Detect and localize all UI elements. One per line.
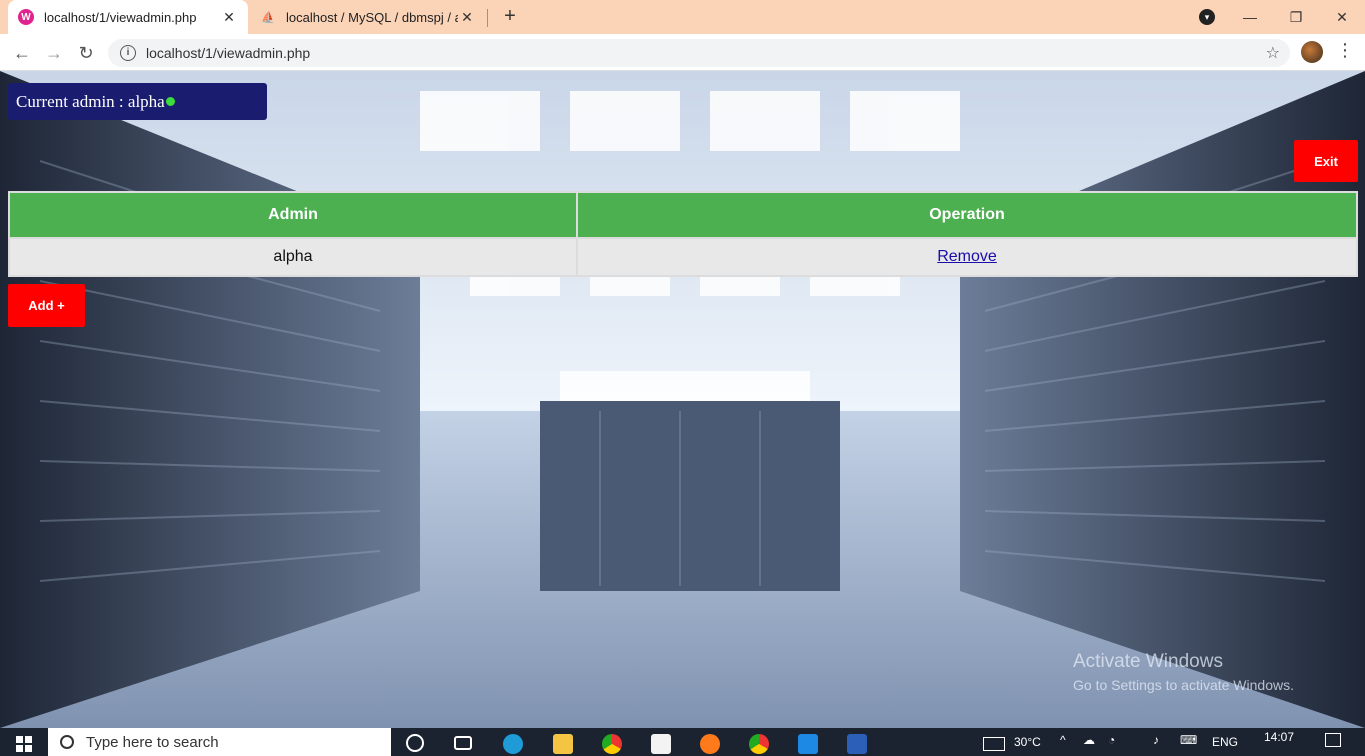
admin-table: Admin Operation alpha Remove [8, 191, 1358, 277]
cortana-icon[interactable] [406, 734, 424, 752]
notification-icon[interactable] [1325, 733, 1341, 747]
exit-button[interactable]: Exit [1294, 140, 1358, 182]
restore-icon[interactable]: ❐ [1273, 9, 1319, 26]
language-indicator[interactable]: ENG [1212, 735, 1238, 749]
file-explorer-icon[interactable] [553, 734, 573, 754]
weather-temp[interactable]: 30°C [1014, 735, 1041, 749]
keyboard-icon[interactable]: ⌨ [1180, 733, 1197, 747]
chrome-active-icon[interactable] [749, 734, 769, 754]
wamp-icon: W [18, 9, 34, 25]
remove-link[interactable]: Remove [937, 248, 997, 265]
tab-viewadmin[interactable]: W localhost/1/viewadmin.php ✕ [8, 0, 248, 34]
tray-chevron-icon[interactable]: ^ [1060, 733, 1066, 747]
store-icon[interactable] [651, 734, 671, 754]
address-bar[interactable]: i localhost/1/viewadmin.php ☆ [108, 39, 1290, 67]
close-window-icon[interactable]: ✕ [1319, 9, 1365, 26]
browser-toolbar: ← → ↻ i localhost/1/viewadmin.php ☆ ⋮ [0, 34, 1365, 71]
close-icon[interactable]: ✕ [458, 9, 476, 26]
current-admin-label: Current admin : alpha [16, 91, 165, 111]
profile-avatar[interactable] [1301, 41, 1323, 63]
column-header-admin: Admin [8, 191, 578, 239]
firefox-icon[interactable] [700, 734, 720, 754]
chrome-icon[interactable] [602, 734, 622, 754]
window-controls: — ❐ ✕ [1227, 0, 1365, 34]
kebab-menu-icon[interactable]: ⋮ [1336, 40, 1354, 61]
activate-windows-watermark: Activate Windows Go to Settings to activ… [1073, 651, 1294, 693]
onedrive-icon[interactable]: ☁ [1083, 733, 1095, 747]
edge-icon[interactable] [503, 734, 523, 754]
task-view-icon[interactable] [454, 736, 472, 750]
search-icon [60, 735, 74, 749]
reload-icon[interactable]: ↻ [74, 41, 98, 65]
browser-tab-strip: W localhost/1/viewadmin.php ✕ ⛵ localhos… [0, 0, 1365, 34]
server-room-background [0, 71, 1365, 728]
volume-icon[interactable]: ♪ [1153, 733, 1159, 747]
site-info-icon[interactable]: i [120, 45, 136, 61]
admin-name-cell: alpha [8, 237, 578, 277]
tab-search-icon[interactable]: ▾ [1199, 9, 1215, 25]
tab-title: localhost/1/viewadmin.php [44, 9, 197, 25]
watermark-subtitle: Go to Settings to activate Windows. [1073, 677, 1294, 693]
url-text[interactable]: localhost/1/viewadmin.php [146, 45, 1266, 61]
tab-divider [487, 9, 488, 27]
add-admin-button[interactable]: Add + [8, 284, 85, 327]
column-header-operation: Operation [576, 191, 1358, 239]
taskbar-search-box[interactable]: Type here to search [48, 728, 391, 756]
windows-taskbar: Type here to search 30°C ^ ☁ ◔ ♪ ⌨ ENG 1… [0, 728, 1365, 756]
tab-title: localhost / MySQL / dbmspj / ad [286, 9, 458, 25]
clock-time[interactable]: 14:07 [1264, 730, 1294, 744]
current-admin-badge: Current admin : alpha [8, 83, 267, 120]
online-status-dot [165, 97, 175, 106]
watermark-title: Activate Windows [1073, 651, 1223, 672]
network-icon[interactable]: ◔ [1108, 733, 1115, 747]
vscode-icon[interactable] [798, 734, 818, 754]
operation-cell: Remove [576, 237, 1358, 277]
back-arrow-icon[interactable]: ← [10, 41, 34, 65]
close-icon[interactable]: ✕ [220, 9, 238, 26]
forward-arrow-icon[interactable]: → [42, 41, 66, 65]
page-viewport: Current admin : alpha Exit Admin Operati… [0, 71, 1365, 728]
minimize-icon[interactable]: — [1227, 9, 1273, 25]
table-row: alpha Remove [8, 237, 1358, 277]
word-icon[interactable] [847, 734, 867, 754]
search-placeholder: Type here to search [86, 733, 219, 751]
table-header-row: Admin Operation [8, 191, 1358, 239]
new-tab-button[interactable]: + [498, 4, 522, 28]
phpmyadmin-icon: ⛵ [261, 11, 275, 24]
windows-start-icon[interactable] [16, 736, 32, 752]
weather-icon[interactable] [983, 737, 1005, 751]
bookmark-star-icon[interactable]: ☆ [1266, 43, 1280, 63]
tab-phpmyadmin[interactable]: ⛵ localhost / MySQL / dbmspj / ad ✕ [250, 0, 486, 34]
